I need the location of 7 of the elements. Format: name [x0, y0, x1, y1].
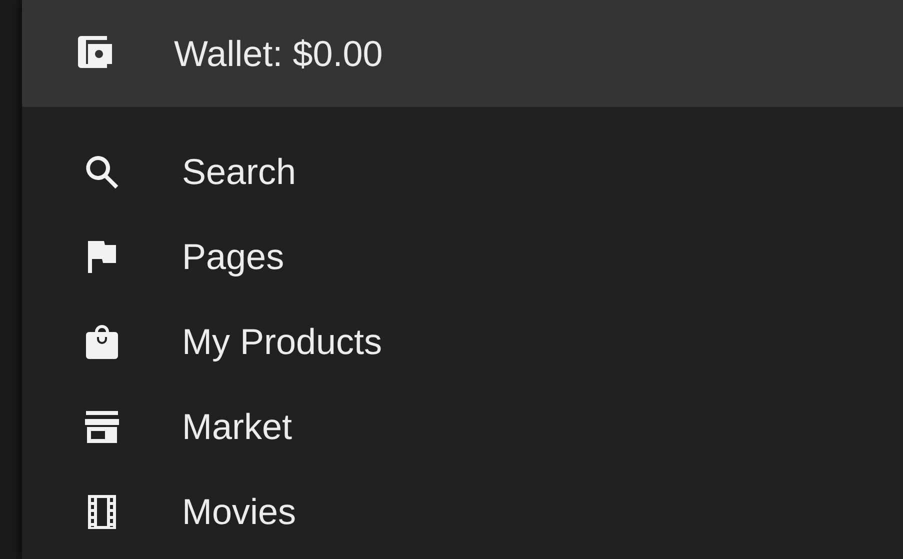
- wallet-bar[interactable]: Wallet: $0.00: [22, 0, 903, 107]
- menu-item[interactable]: My Products: [22, 299, 903, 384]
- menu-item[interactable]: Pages: [22, 214, 903, 299]
- menu-item[interactable]: Search: [22, 129, 903, 214]
- menu-item[interactable]: Market: [22, 384, 903, 469]
- wallet-balance: Wallet: $0.00: [174, 32, 383, 76]
- menu-item[interactable]: Movies: [22, 469, 903, 554]
